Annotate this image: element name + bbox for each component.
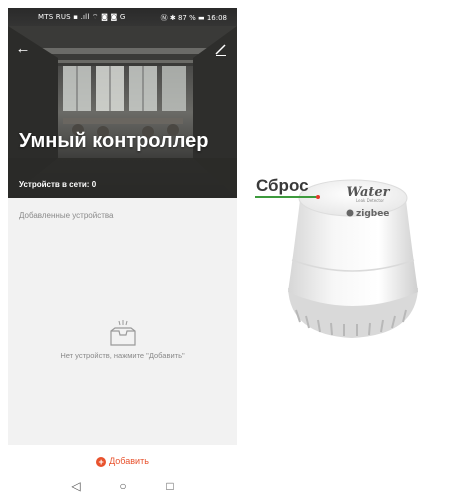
- add-device-button[interactable]: + Добавить: [8, 452, 237, 470]
- header-banner: MTS RUS ▪ .ıll ⌔ ◙ ◙ G Ⓝ ✱ 87 % ▬ 16:08 …: [8, 8, 237, 198]
- product-protocol-text: zigbee: [356, 209, 389, 219]
- phone-screen: MTS RUS ▪ .ıll ⌔ ◙ ◙ G Ⓝ ✱ 87 % ▬ 16:08 …: [8, 8, 237, 495]
- zigbee-logo-icon: [346, 209, 354, 217]
- empty-tray-icon: [110, 320, 136, 346]
- nav-back-button[interactable]: ◁: [66, 478, 86, 495]
- reset-underline: [255, 196, 319, 198]
- office-background-image: [8, 26, 237, 198]
- product-sub-text: Leak Detector: [356, 198, 384, 203]
- back-button[interactable]: ←: [14, 40, 32, 58]
- triangle-back-icon: ◁: [71, 479, 81, 493]
- reset-indicator-dot: [316, 195, 320, 199]
- arrow-left-icon: ←: [15, 40, 31, 57]
- add-device-label: Добавить: [109, 456, 149, 466]
- nav-recent-button[interactable]: □: [160, 478, 180, 495]
- square-recent-icon: □: [166, 479, 174, 493]
- status-bar-carrier: MTS RUS ▪ .ıll ⌔ ◙ ◙ G: [38, 13, 126, 21]
- reset-button-label: Сброс: [256, 176, 309, 195]
- plus-circle-icon: +: [96, 457, 107, 467]
- section-label: Добавленные устройства: [19, 211, 114, 220]
- system-navigation-bar: ◁ ○ □: [8, 478, 237, 495]
- devices-online-count: Устройств в сети: 0: [19, 180, 97, 189]
- nav-home-button[interactable]: ○: [113, 478, 133, 495]
- circle-home-icon: ○: [119, 479, 127, 493]
- pencil-icon: [215, 44, 226, 56]
- status-bar: MTS RUS ▪ .ıll ⌔ ◙ ◙ G Ⓝ ✱ 87 % ▬ 16:08: [8, 8, 237, 26]
- empty-state-message: Нет устройств, нажмите "Добавить": [60, 351, 185, 360]
- status-bar-clock: Ⓝ ✱ 87 % ▬ 16:08: [160, 14, 227, 22]
- page-title: Умный контроллер: [19, 130, 209, 152]
- edit-button[interactable]: [213, 41, 229, 57]
